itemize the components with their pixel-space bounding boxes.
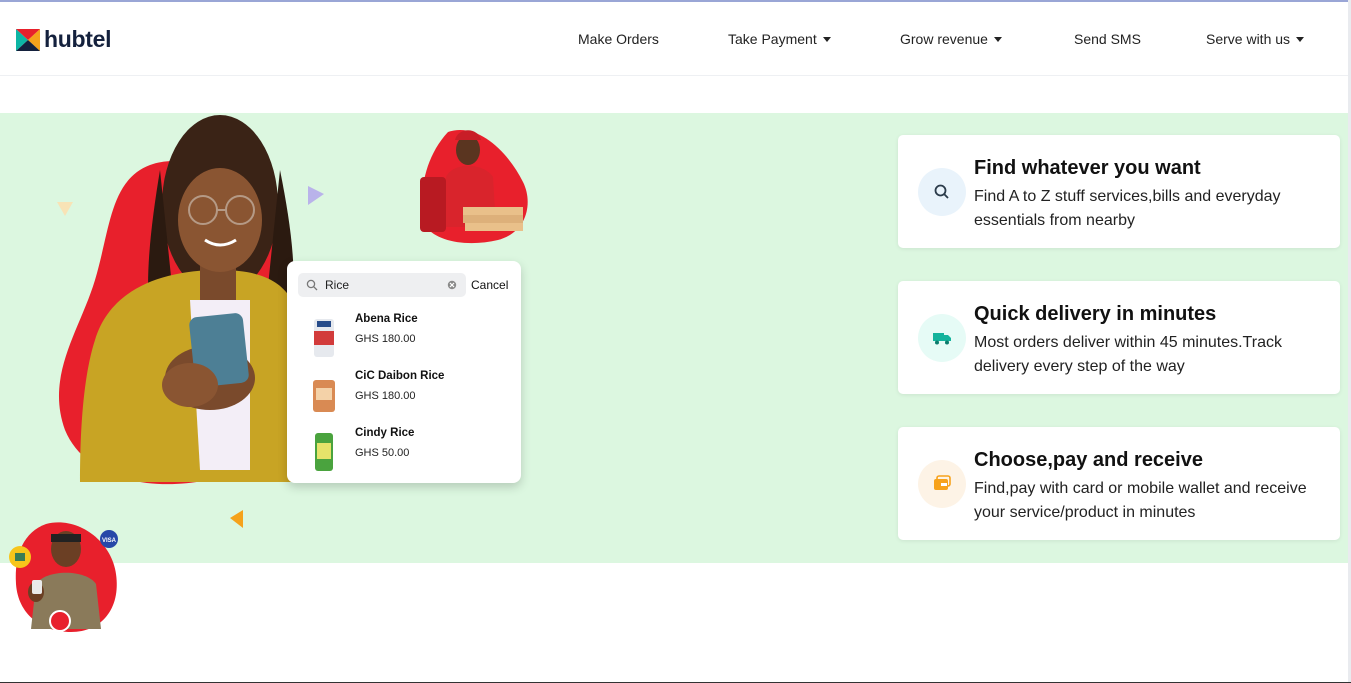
nav-label: Grow revenue <box>900 31 988 47</box>
delivery-man-illustration <box>420 130 528 244</box>
nav-label: Take Payment <box>728 31 817 47</box>
wallet-icon <box>918 460 966 508</box>
feature-description: Find A to Z stuff services,bills and eve… <box>974 188 1281 229</box>
caret-down-icon <box>993 37 1002 42</box>
site-header: hubtel Make Orders Take Payment Grow rev… <box>0 2 1351 76</box>
visa-badge-text: VISA <box>102 538 117 544</box>
list-item[interactable]: Cindy Rice GHS 50.00 <box>287 427 521 479</box>
feature-title: Find whatever you want <box>974 157 1201 179</box>
product-price: GHS 50.00 <box>355 447 410 459</box>
product-name: Cindy Rice <box>355 427 415 439</box>
nav-label: Send SMS <box>1074 31 1141 47</box>
feature-title: Quick delivery in minutes <box>974 303 1217 325</box>
list-item[interactable]: CiC Daibon Rice GHS 180.00 <box>287 370 521 422</box>
feature-description: Most orders deliver within 45 minutes.Tr… <box>974 334 1282 375</box>
cancel-button[interactable]: Cancel <box>471 278 508 292</box>
product-image <box>315 433 333 471</box>
product-name: Abena Rice <box>355 313 418 325</box>
feature-card-delivery: Quick delivery in minutes Most orders de… <box>898 281 1340 394</box>
feature-card-find: Find whatever you want Find A to Z stuff… <box>898 135 1340 248</box>
search-query: Rice <box>325 278 350 292</box>
nav-make-orders[interactable]: Make Orders <box>578 31 659 47</box>
feature-description: Find,pay with card or mobile wallet and … <box>974 480 1307 521</box>
caret-down-icon <box>822 37 831 42</box>
search-icon <box>306 279 318 291</box>
product-image <box>314 319 334 357</box>
product-price: GHS 180.00 <box>355 333 416 345</box>
feature-card-pay: Choose,pay and receive Find,pay with car… <box>898 427 1340 540</box>
caret-down-icon <box>1296 37 1305 42</box>
search-input[interactable]: Rice <box>298 273 466 297</box>
brand-logo[interactable]: hubtel <box>16 26 112 53</box>
nav-label: Serve with us <box>1206 31 1291 47</box>
search-demo-panel: Rice Cancel Abena Rice GHS 180.00 CiC Da… <box>287 261 521 483</box>
nav-label: Make Orders <box>578 31 659 47</box>
hubtel-logo-mark-icon <box>16 28 40 51</box>
man-with-phone-illustration: VISA <box>9 522 118 632</box>
list-item[interactable]: Abena Rice GHS 180.00 <box>287 313 521 365</box>
clear-icon[interactable] <box>447 280 457 290</box>
nav-send-sms[interactable]: Send SMS <box>1074 31 1141 47</box>
product-name: CiC Daibon Rice <box>355 370 445 382</box>
truck-icon <box>918 314 966 362</box>
brand-name: hubtel <box>44 26 112 52</box>
nav-take-payment[interactable]: Take Payment <box>728 31 831 47</box>
product-image <box>313 380 335 412</box>
feature-title: Choose,pay and receive <box>974 449 1203 471</box>
nav-grow-revenue[interactable]: Grow revenue <box>900 31 1002 47</box>
nav-serve-with-us[interactable]: Serve with us <box>1206 31 1305 47</box>
search-icon <box>918 168 966 216</box>
product-price: GHS 180.00 <box>355 390 416 402</box>
